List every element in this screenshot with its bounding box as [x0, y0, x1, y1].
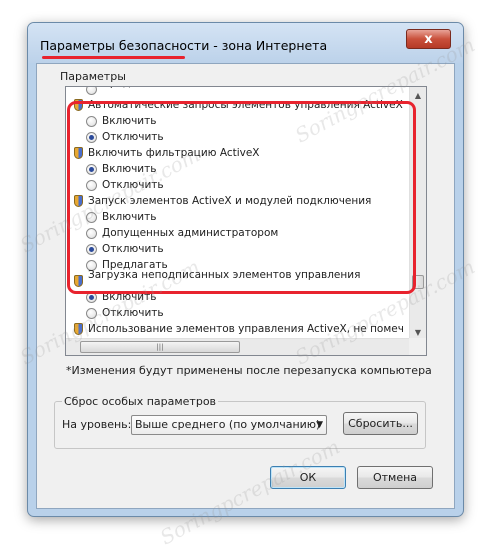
settings-tree-list[interactable]: Предлагать Автоматические запросы элемент…: [65, 86, 427, 356]
setting-option[interactable]: Отключить: [66, 129, 411, 145]
setting-label: Отключить: [102, 131, 164, 143]
setting-label: Включить: [102, 291, 157, 303]
close-icon: x: [424, 31, 433, 47]
horizontal-scrollbar[interactable]: |||: [66, 338, 411, 355]
radio-button[interactable]: [86, 115, 97, 127]
setting-label: Отключить: [102, 179, 164, 191]
scroll-up-icon[interactable]: ▲: [410, 87, 426, 103]
horizontal-scroll-thumb[interactable]: |||: [80, 341, 240, 353]
ok-button-label: ОК: [299, 471, 317, 484]
radio-button[interactable]: [86, 163, 97, 175]
radio-button[interactable]: [86, 307, 97, 319]
setting-category: Включить фильтрацию ActiveX: [66, 145, 411, 161]
settings-group-label: Параметры: [60, 70, 126, 83]
setting-option[interactable]: Включить: [66, 113, 411, 129]
setting-option[interactable]: Включить: [66, 289, 411, 305]
level-combobox[interactable]: Выше среднего (по умолчанию) ▼: [131, 415, 327, 435]
shield-icon: [74, 99, 83, 111]
chevron-down-icon: ▼: [316, 420, 323, 430]
radio-button[interactable]: [86, 291, 97, 303]
setting-option[interactable]: Допущенных администратором: [66, 225, 411, 241]
vertical-scrollbar[interactable]: ▲ ▼: [409, 87, 426, 340]
reset-group-label: Сброс особых параметров: [62, 395, 219, 408]
setting-label: Автоматические запросы элементов управле…: [88, 99, 403, 111]
setting-label: Загрузка неподписанных элементов управле…: [88, 269, 361, 281]
radio-button[interactable]: [86, 227, 97, 239]
radio-button[interactable]: [86, 87, 97, 95]
cancel-button[interactable]: Отмена: [357, 466, 433, 489]
setting-option[interactable]: Включить: [66, 209, 411, 225]
shield-icon: [74, 323, 83, 335]
level-label: На уровень:: [62, 418, 132, 431]
level-value: Выше среднего (по умолчанию): [135, 418, 321, 431]
title-underline-annotation: [42, 56, 185, 59]
setting-category: Загрузка неподписанных элементов управле…: [66, 269, 411, 289]
setting-option[interactable]: Включить: [66, 161, 411, 177]
close-button[interactable]: x: [406, 29, 451, 49]
radio-button[interactable]: [86, 243, 97, 255]
shield-icon: [74, 275, 83, 287]
setting-label: Предлагать: [102, 87, 168, 89]
setting-label: Включить: [102, 115, 157, 127]
window-title: Параметры безопасности - зона Интернета: [40, 38, 328, 53]
setting-option[interactable]: Отключить: [66, 177, 411, 193]
setting-option[interactable]: Отключить: [66, 305, 411, 321]
setting-label: Отключить: [102, 243, 164, 255]
setting-label: Допущенных администратором: [102, 227, 279, 239]
setting-label: Отключить: [102, 307, 164, 319]
shield-icon: [74, 195, 83, 207]
shield-icon: [74, 147, 83, 159]
setting-option[interactable]: Отключить: [66, 241, 411, 257]
vertical-scroll-thumb[interactable]: [412, 275, 424, 289]
reset-button[interactable]: Сбросить...: [343, 412, 418, 435]
setting-category: Автоматические запросы элементов управле…: [66, 97, 411, 113]
radio-button[interactable]: [86, 131, 97, 143]
setting-category: Запуск элементов ActiveX и модулей подкл…: [66, 193, 411, 209]
setting-label: Включить: [102, 163, 157, 175]
title-bar[interactable]: Параметры безопасности - зона Интернета …: [28, 23, 463, 63]
setting-label: Включить: [102, 211, 157, 223]
reset-button-label: Сбросить...: [348, 417, 413, 430]
ok-button[interactable]: ОК: [270, 466, 346, 489]
settings-rows: Предлагать Автоматические запросы элемент…: [66, 87, 411, 337]
setting-label: Включить фильтрацию ActiveX: [88, 147, 260, 159]
restart-note: *Изменения будут применены после перезап…: [66, 364, 432, 377]
scroll-corner: [409, 338, 426, 355]
radio-button[interactable]: [86, 179, 97, 191]
setting-category: Использование элементов управления Activ…: [66, 321, 411, 337]
radio-button[interactable]: [86, 211, 97, 223]
setting-option[interactable]: Предлагать: [66, 87, 411, 97]
setting-label: Использование элементов управления Activ…: [88, 323, 404, 335]
setting-label: Запуск элементов ActiveX и модулей подкл…: [88, 195, 372, 207]
cancel-button-label: Отмена: [372, 471, 418, 484]
